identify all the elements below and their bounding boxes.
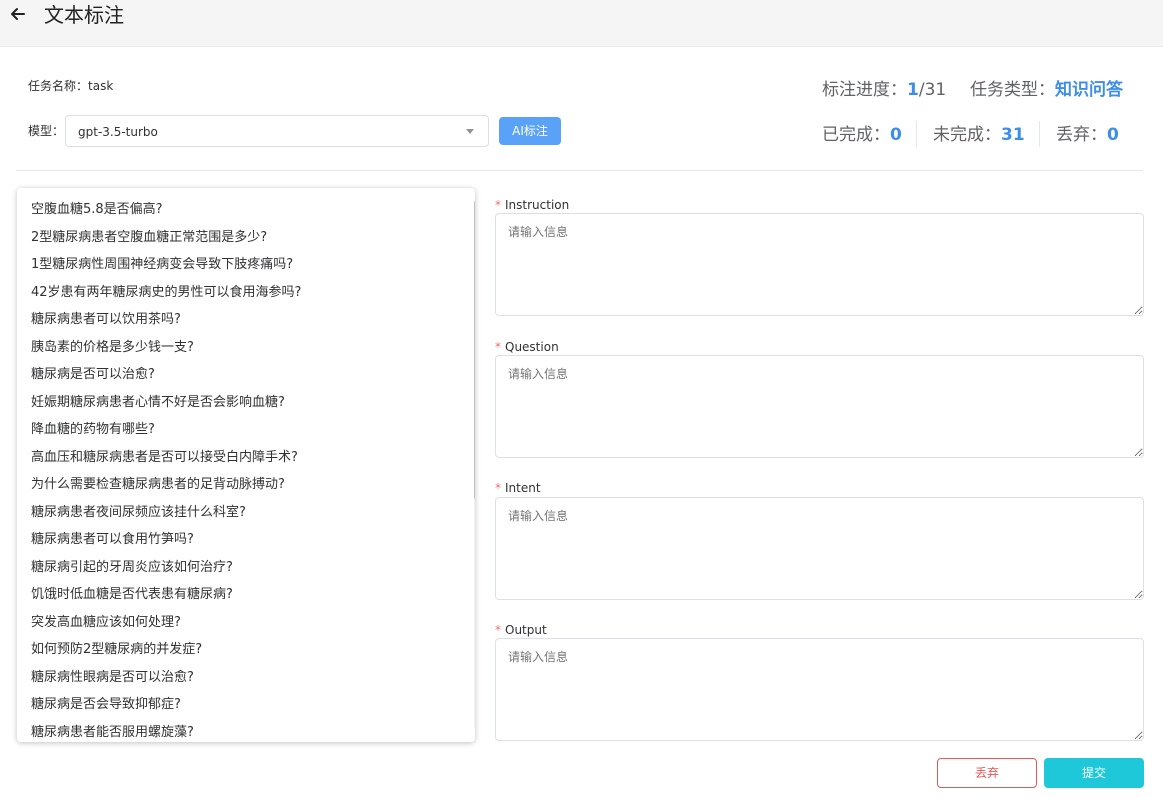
question-list-item[interactable]: 2型糖尿病患者空腹血糖正常范围是多少? [17, 224, 457, 252]
question-list-item[interactable]: 妊娠期糖尿病患者心情不好是否会影响血糖? [17, 389, 457, 417]
output-input[interactable] [495, 638, 1144, 741]
question-list-item[interactable]: 为什么需要检查糖尿病患者的足背动脉搏动? [17, 471, 457, 499]
model-select-value: gpt-3.5-turbo [78, 125, 158, 139]
discard-value: 0 [1107, 125, 1119, 145]
instruction-label-text: Instruction [505, 198, 570, 212]
progress-total: /31 [918, 80, 947, 100]
question-list-item[interactable]: 42岁患有两年糖尿病史的男性可以食用海参吗? [17, 279, 457, 307]
question-list-item[interactable]: 糖尿病患者能否服用螺旋藻? [17, 719, 457, 743]
question-list-item[interactable]: 饥饿时低血糖是否代表患有糖尿病? [17, 581, 457, 609]
progress-label: 标注进度： [822, 80, 907, 100]
output-label-text: Output [505, 623, 547, 637]
question-list-item[interactable]: 糖尿病患者可以食用竹笋吗? [17, 526, 457, 554]
page-header: 文本标注 [0, 0, 1163, 47]
arrow-left-icon[interactable] [8, 4, 28, 24]
discard-label: 丢弃： [1056, 125, 1107, 145]
question-list-item[interactable]: 糖尿病是否可以治愈? [17, 361, 457, 389]
task-type-stat: 任务类型：知识问答 [970, 79, 1123, 101]
question-list-item[interactable]: 1型糖尿病性周围神经病变会导致下肢疼痛吗? [17, 251, 457, 279]
task-name-value: task [88, 79, 114, 93]
question-list-item[interactable]: 高血压和糖尿病患者是否可以接受白内障手术? [17, 444, 457, 472]
undone-stat: 未完成：31 [933, 124, 1025, 146]
task-type-value: 知识问答 [1055, 80, 1123, 100]
done-label: 已完成： [822, 125, 890, 145]
done-stat: 已完成：0 [822, 124, 902, 146]
question-input[interactable] [495, 355, 1144, 458]
ai-annotate-button[interactable]: AI标注 [499, 117, 561, 145]
question-label: * Question [495, 339, 559, 355]
discard-stat: 丢弃：0 [1056, 124, 1119, 146]
model-select[interactable]: gpt-3.5-turbo [65, 115, 489, 147]
question-list-panel[interactable]: 空腹血糖5.8是否偏高? 2型糖尿病患者空腹血糖正常范围是多少? 1型糖尿病性周围神… [17, 188, 475, 742]
caret-down-icon [466, 129, 474, 134]
instruction-input[interactable] [495, 213, 1144, 316]
question-list-item[interactable]: 糖尿病患者夜间尿频应该挂什么科室? [17, 499, 457, 527]
undone-value: 31 [1001, 125, 1025, 145]
question-list-item[interactable]: 突发高血糖应该如何处理? [17, 609, 457, 637]
divider [16, 170, 1143, 171]
question-label-text: Question [505, 340, 559, 354]
instruction-label: * Instruction [495, 197, 569, 213]
question-list-item[interactable]: 糖尿病是否会导致抑郁症? [17, 691, 457, 719]
question-list-item[interactable]: 胰岛素的价格是多少钱一支? [17, 334, 457, 362]
question-list-item[interactable]: 降血糖的药物有哪些? [17, 416, 457, 444]
intent-label: * Intent [495, 480, 541, 496]
task-name-label: 任务名称： [28, 79, 89, 93]
submit-button[interactable]: 提交 [1044, 758, 1144, 788]
progress-stat: 标注进度：1/31 [822, 79, 946, 101]
required-mark: * [495, 340, 501, 354]
done-value: 0 [890, 125, 902, 145]
task-name: 任务名称：task [28, 78, 113, 94]
question-list-item[interactable]: 糖尿病引起的牙周炎应该如何治疗? [17, 554, 457, 582]
question-list-item[interactable]: 糖尿病性眼病是否可以治愈? [17, 664, 457, 692]
required-mark: * [495, 623, 501, 637]
discard-button[interactable]: 丢弃 [937, 758, 1037, 788]
required-mark: * [495, 198, 501, 212]
stat-divider [1039, 121, 1040, 147]
question-list: 空腹血糖5.8是否偏高? 2型糖尿病患者空腹血糖正常范围是多少? 1型糖尿病性周围神… [17, 196, 457, 742]
scrollbar-thumb[interactable] [474, 200, 475, 500]
intent-input[interactable] [495, 497, 1144, 600]
output-label: * Output [495, 622, 547, 638]
question-list-item[interactable]: 如何预防2型糖尿病的并发症? [17, 636, 457, 664]
undone-label: 未完成： [933, 125, 1001, 145]
intent-label-text: Intent [505, 481, 541, 495]
model-label: 模型： [28, 124, 65, 138]
task-type-label: 任务类型： [970, 80, 1055, 100]
question-list-item[interactable]: 糖尿病患者可以饮用茶吗? [17, 306, 457, 334]
question-list-item[interactable]: 空腹血糖5.8是否偏高? [17, 196, 457, 224]
progress-current: 1 [907, 80, 919, 100]
required-mark: * [495, 481, 501, 495]
stat-divider [916, 121, 917, 147]
page-title: 文本标注 [44, 3, 124, 27]
